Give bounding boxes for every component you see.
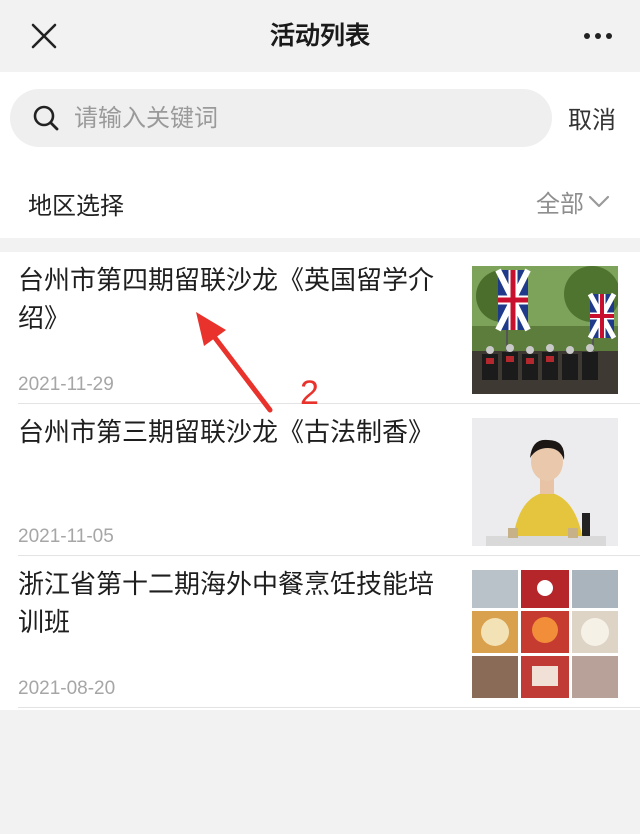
- search-input[interactable]: [74, 89, 534, 147]
- event-title: 浙江省第十二期海外中餐烹饪技能培训班: [18, 570, 435, 638]
- more-dots-icon: [584, 33, 590, 39]
- event-title: 台州市第三期留联沙龙《古法制香》: [18, 418, 435, 448]
- chevron-down-icon: [588, 195, 610, 207]
- event-list: 台州市第四期留联沙龙《英国留学介绍》 2021-11-29 台州市第三期留联沙龙…: [0, 252, 640, 710]
- event-title: 台州市第四期留联沙龙《英国留学介绍》: [18, 266, 435, 334]
- search-bar: 取消: [0, 72, 640, 162]
- incense-woman-image: [472, 418, 618, 546]
- cooking-class-collage: [472, 570, 618, 698]
- region-dropdown[interactable]: 全部: [536, 184, 610, 219]
- page-title: 活动列表: [269, 21, 370, 50]
- list-item[interactable]: 台州市第四期留联沙龙《英国留学介绍》 2021-11-29: [0, 252, 640, 404]
- divider: [18, 707, 640, 708]
- region-value: 全部: [536, 190, 584, 218]
- event-thumbnail: [472, 570, 618, 698]
- nav-bar: 活动列表: [0, 0, 640, 72]
- close-button[interactable]: [20, 14, 68, 58]
- region-filter: 地区选择 全部: [0, 162, 640, 238]
- region-label: 地区选择: [28, 192, 124, 220]
- search-icon: [33, 105, 59, 131]
- more-button[interactable]: [574, 14, 622, 58]
- event-thumbnail: [472, 266, 618, 394]
- event-date: 2021-11-29: [18, 374, 114, 395]
- event-date: 2021-08-20: [18, 678, 116, 699]
- event-date: 2021-11-05: [18, 526, 114, 547]
- cancel-button[interactable]: 取消: [568, 100, 616, 135]
- list-item[interactable]: 台州市第三期留联沙龙《古法制香》 2021-11-05: [0, 404, 640, 556]
- close-icon: [31, 23, 57, 49]
- list-item[interactable]: 浙江省第十二期海外中餐烹饪技能培训班 2021-08-20: [0, 556, 640, 708]
- search-box[interactable]: [10, 89, 552, 147]
- guards-parade-image: [472, 266, 618, 394]
- event-thumbnail: [472, 418, 618, 546]
